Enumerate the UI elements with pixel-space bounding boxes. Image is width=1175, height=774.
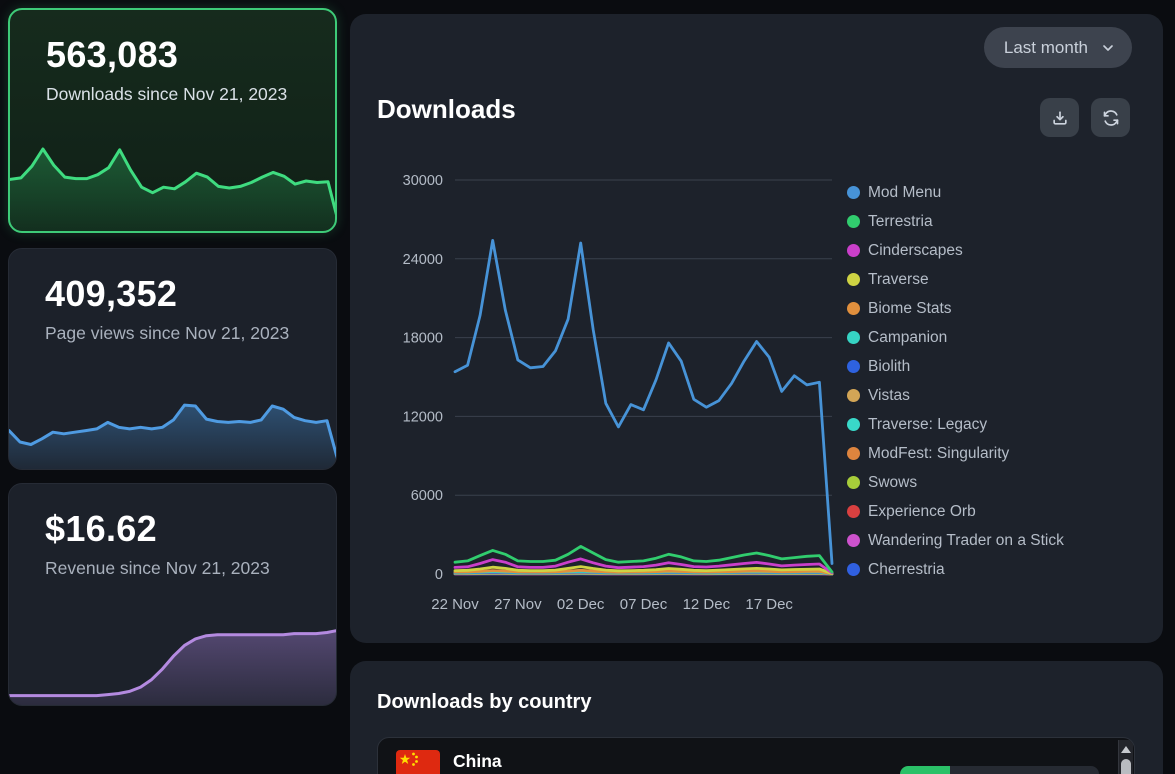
legend-item-biolith[interactable]: Biolith xyxy=(847,352,1064,381)
legend-item-swows[interactable]: Swows xyxy=(847,468,1064,497)
y-tick-label: 24000 xyxy=(403,252,443,268)
legend-dot xyxy=(847,302,860,315)
legend-dot xyxy=(847,447,860,460)
legend-label: Biome Stats xyxy=(868,300,952,318)
scrollbar-thumb[interactable] xyxy=(1121,759,1131,774)
legend-dot xyxy=(847,563,860,576)
stat-card-revenue[interactable]: $16.62 Revenue since Nov 21, 2023 xyxy=(8,483,337,706)
analytics-dashboard: 563,083 Downloads since Nov 21, 2023 409… xyxy=(0,0,1175,774)
legend-label: ModFest: Singularity xyxy=(868,445,1009,463)
date-range-selector[interactable]: Last month xyxy=(984,27,1132,68)
x-tick-label: 22 Nov xyxy=(431,596,479,613)
downloads-total-value: 563,083 xyxy=(46,34,301,76)
panel-title-downloads: Downloads xyxy=(377,94,516,125)
y-tick-label: 0 xyxy=(435,567,443,583)
panel-title-country: Downloads by country xyxy=(377,691,591,714)
legend-label: Cherrestria xyxy=(868,561,945,579)
legend-dot xyxy=(847,360,860,373)
legend-dot xyxy=(847,476,860,489)
legend-dot xyxy=(847,331,860,344)
scroll-up-arrow-icon[interactable] xyxy=(1121,746,1131,753)
legend-dot xyxy=(847,215,860,228)
downloads-line-chart[interactable]: 0 6000 12000 18000 24000 30000 22 Nov 27 Nov 02 … xyxy=(380,164,850,644)
x-tick-label: 12 Dec xyxy=(683,596,731,613)
legend-dot xyxy=(847,418,860,431)
legend-dot xyxy=(847,505,860,518)
legend-item-cherrestria[interactable]: Cherrestria xyxy=(847,555,1064,584)
x-tick-label: 27 Nov xyxy=(494,596,542,613)
legend-item-modfest-singularity[interactable]: ModFest: Singularity xyxy=(847,439,1064,468)
legend-item-terrestria[interactable]: Terrestria xyxy=(847,207,1064,236)
downloads-panel: Last month Downloads xyxy=(350,14,1163,643)
downloads-by-country-panel: Downloads by country China xyxy=(350,661,1163,774)
legend-item-mod-menu[interactable]: Mod Menu xyxy=(847,178,1064,207)
country-name: China xyxy=(453,751,502,772)
refresh-icon xyxy=(1101,108,1121,128)
legend-label: Cinderscapes xyxy=(868,242,963,260)
revenue-total-value: $16.62 xyxy=(45,508,302,550)
y-tick-label: 18000 xyxy=(403,331,443,347)
legend-item-wandering-trader-on-a-stick[interactable]: Wandering Trader on a Stick xyxy=(847,526,1064,555)
page-views-sparkline xyxy=(9,380,337,470)
legend-label: Biolith xyxy=(868,358,910,376)
download-icon xyxy=(1050,108,1070,128)
legend-item-traverse-legacy[interactable]: Traverse: Legacy xyxy=(847,410,1064,439)
legend-dot xyxy=(847,273,860,286)
country-bar-fill xyxy=(900,766,950,774)
legend-item-vistas[interactable]: Vistas xyxy=(847,381,1064,410)
legend-label: Campanion xyxy=(868,329,947,347)
page-views-total-value: 409,352 xyxy=(45,273,302,315)
x-tick-label: 07 Dec xyxy=(620,596,668,613)
downloads-sparkline xyxy=(10,146,337,232)
legend-item-campanion[interactable]: Campanion xyxy=(847,323,1064,352)
y-tick-label: 30000 xyxy=(403,173,443,189)
series-line-mod-menu xyxy=(455,240,832,563)
sparkline-area xyxy=(10,149,337,232)
legend-dot xyxy=(847,244,860,257)
legend-label: Experience Orb xyxy=(868,503,976,521)
downloads-total-label: Downloads since Nov 21, 2023 xyxy=(46,83,289,106)
legend-item-cinderscapes[interactable]: Cinderscapes xyxy=(847,236,1064,265)
x-tick-label: 17 Dec xyxy=(745,596,793,613)
country-list-scrollbar[interactable] xyxy=(1118,740,1133,774)
legend-dot xyxy=(847,389,860,402)
legend-label: Terrestria xyxy=(868,213,933,231)
page-views-total-label: Page views since Nov 21, 2023 xyxy=(45,322,290,345)
chart-legend: Mod Menu Terrestria Cinderscapes Traverse Bi… xyxy=(847,178,1064,584)
y-tick-label: 12000 xyxy=(403,409,443,425)
legend-label: Traverse xyxy=(868,271,929,289)
country-download-bar xyxy=(900,766,1099,774)
legend-dot xyxy=(847,186,860,199)
legend-label: Traverse: Legacy xyxy=(868,416,987,434)
legend-label: Mod Menu xyxy=(868,184,941,202)
chevron-down-icon xyxy=(1100,40,1116,56)
x-tick-label: 02 Dec xyxy=(557,596,605,613)
legend-item-experience-orb[interactable]: Experience Orb xyxy=(847,497,1064,526)
y-tick-label: 6000 xyxy=(411,488,443,504)
legend-label: Swows xyxy=(868,474,917,492)
legend-label: Wandering Trader on a Stick xyxy=(868,532,1064,550)
legend-label: Vistas xyxy=(868,387,910,405)
revenue-sparkline xyxy=(9,591,337,706)
stat-card-page-views[interactable]: 409,352 Page views since Nov 21, 2023 xyxy=(8,248,337,470)
export-csv-button[interactable] xyxy=(1040,98,1079,137)
sparkline-area xyxy=(9,405,337,470)
stat-card-downloads[interactable]: 563,083 Downloads since Nov 21, 2023 xyxy=(8,8,337,233)
legend-dot xyxy=(847,534,860,547)
revenue-total-label: Revenue since Nov 21, 2023 xyxy=(45,557,290,580)
legend-item-traverse[interactable]: Traverse xyxy=(847,265,1064,294)
country-list-container[interactable]: China xyxy=(377,737,1135,774)
date-range-label: Last month xyxy=(1004,38,1088,58)
refresh-button[interactable] xyxy=(1091,98,1130,137)
china-flag-icon xyxy=(396,750,440,774)
legend-item-biome-stats[interactable]: Biome Stats xyxy=(847,294,1064,323)
